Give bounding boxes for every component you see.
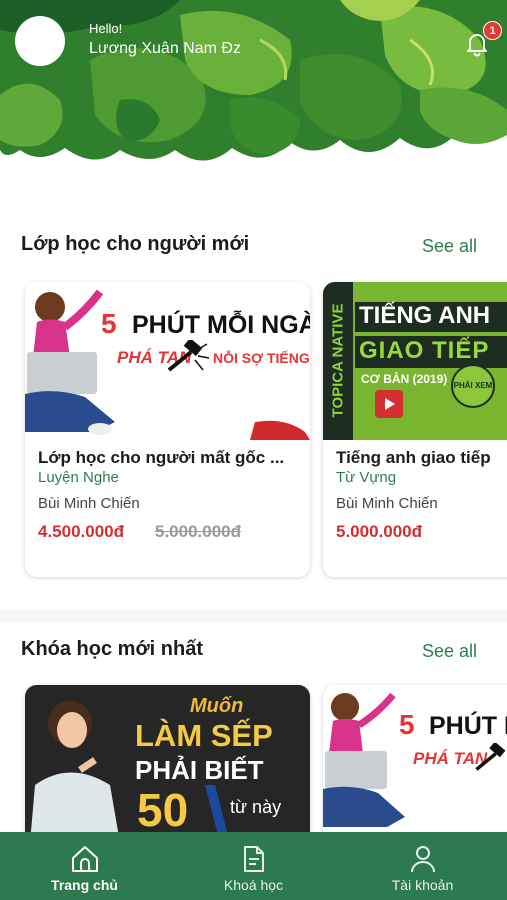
course-thumbnail: TOPICA NATIVE TIẾNG ANH GIAO TIẾP CƠ BẢN…: [323, 282, 507, 440]
course-thumbnail: Muốn LÀM SẾP PHẢI BIẾT 50 từ này: [25, 685, 310, 843]
header-banner: Hello! Lương Xuân Nam Đz 1: [0, 0, 507, 175]
nav-account-label: Tài khoản: [391, 877, 454, 893]
thumb-headline: PHÚT MỖI NGÀY: [132, 311, 310, 339]
thumb-subline: GIAO TIẾP: [359, 337, 490, 364]
thumb-level: CƠ BẢN (2019): [361, 372, 448, 386]
user-name: Lương Xuân Nam Đz: [89, 40, 241, 57]
course-title: Tiếng anh giao tiếp: [336, 448, 491, 467]
thumb-number: 50: [137, 784, 189, 836]
nav-home[interactable]: Trang chủ: [0, 832, 169, 900]
play-button-icon: [375, 390, 403, 418]
section-title: Khóa học mới nhất: [21, 638, 204, 660]
see-all-link[interactable]: See all: [422, 236, 477, 257]
course-category: Từ Vựng: [336, 469, 397, 486]
thumb-caption: từ này: [230, 797, 282, 817]
course-price: 5.000.000đ: [336, 522, 423, 541]
thumb-number: 5: [101, 308, 117, 339]
nav-courses[interactable]: Khoá học: [169, 832, 338, 900]
hammer-icon: [167, 340, 210, 372]
document-icon: [244, 846, 264, 872]
course-category: Luyện Nghe: [38, 469, 119, 486]
thumb-line1: Muốn: [190, 695, 244, 717]
bottom-navigation: Trang chủ Khoá học Tài khoản: [0, 832, 507, 900]
thumb-brand: TOPICA NATIVE: [329, 303, 347, 418]
course-price: 4.500.000đ: [38, 522, 125, 541]
thumb-number: 5: [399, 709, 415, 740]
course-author: Bùi Minh Chiến: [336, 495, 438, 512]
greeting-text: Hello!: [89, 21, 123, 36]
thumb-tagline: NỖI SỢ TIẾNG ANH: [213, 350, 310, 366]
thumb-headline: TIẾNG ANH: [359, 302, 491, 329]
see-all-link[interactable]: See all: [422, 641, 477, 662]
course-card[interactable]: 5 PHÚT M PHÁ TAN: [323, 685, 507, 845]
section-divider: [0, 610, 507, 622]
nav-home-label: Trang chủ: [51, 877, 118, 893]
home-icon: [72, 846, 98, 872]
course-author: Bùi Minh Chiến: [38, 495, 140, 512]
thumb-subline: PHẢI BIẾT: [135, 755, 264, 785]
user-icon: [411, 846, 435, 873]
course-title: Lớp học cho người mất gốc ...: [38, 448, 285, 467]
avatar[interactable]: [15, 16, 65, 66]
thumb-headline: PHÚT M: [429, 712, 507, 740]
section-latest-courses: Khóa học mới nhất See all Muốn LÀM SẾP P…: [0, 622, 507, 845]
course-old-price: 5.000.000đ: [155, 522, 242, 541]
leaves-background: [0, 0, 507, 161]
thumb-headline: LÀM SẾP: [135, 718, 273, 753]
course-card[interactable]: Muốn LÀM SẾP PHẢI BIẾT 50 từ này: [25, 685, 310, 845]
section-new-learners: Lớp học cho người mới See all 5 PHÚT MỖI…: [0, 205, 507, 610]
section-title: Lớp học cho người mới: [21, 233, 250, 255]
course-thumbnail: 5 PHÚT M PHÁ TAN: [323, 685, 507, 843]
stamp-badge: PHẢI XEM: [451, 364, 495, 408]
course-thumbnail: 5 PHÚT MỖI NGÀY PHÁ TAN NỖI SỢ TIẾNG ANH: [25, 282, 310, 440]
hammer-icon: [475, 743, 506, 771]
course-card[interactable]: 5 PHÚT MỖI NGÀY PHÁ TAN NỖI SỢ TIẾNG ANH…: [25, 282, 310, 577]
course-card[interactable]: TOPICA NATIVE TIẾNG ANH GIAO TIẾP CƠ BẢN…: [323, 282, 507, 577]
nav-account[interactable]: Tài khoản: [338, 832, 507, 900]
notification-badge: 1: [483, 21, 502, 40]
nav-courses-label: Khoá học: [223, 877, 284, 893]
